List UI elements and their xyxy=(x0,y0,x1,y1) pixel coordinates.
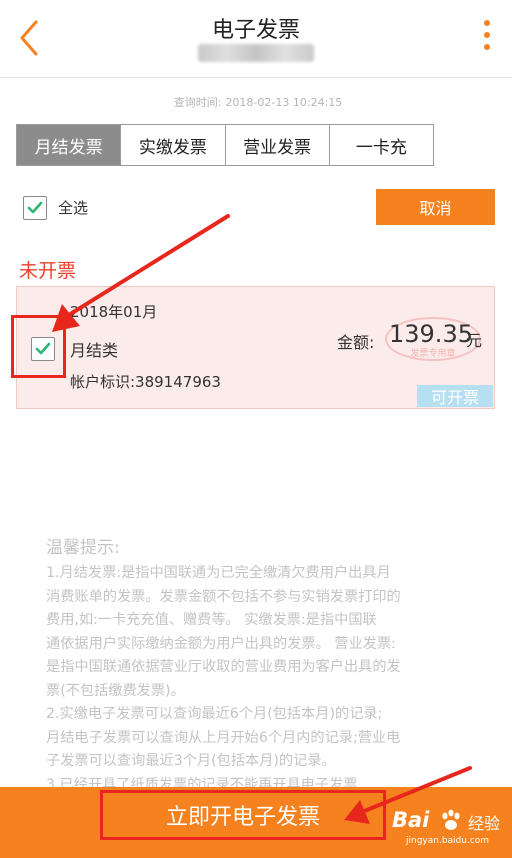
tips-section: 温馨提示: 1.月结发票:是指中国联通为已完全缴清欠费用户出具月 消费账单的发票… xyxy=(46,536,486,797)
page-title: 电子发票 xyxy=(211,18,300,43)
annotation-highlight-checkbox xyxy=(11,315,66,378)
amount-label: 金额: xyxy=(337,333,375,352)
tips-title: 温馨提示: xyxy=(46,538,120,558)
tips-line: 1.月结发票:是指中国联通为已完全缴清欠费用户出具月 xyxy=(46,565,391,581)
tips-line: 消费账单的发票。发票金额不包括不参与实销发票打印的 xyxy=(46,588,401,605)
tab-monthly-invoice[interactable]: 月结发票 xyxy=(17,125,122,165)
query-time-label: 查询时间: xyxy=(173,96,222,109)
select-all-checkbox[interactable] xyxy=(23,196,47,220)
invoice-card[interactable]: 2018年01月 月结类 帐户标识:389147963 发票专用章 金额: 13… xyxy=(16,286,495,409)
watermark-jingyan-text: 经验 xyxy=(468,814,501,833)
query-time-value: 2018-02-13 10:24:15 xyxy=(225,96,343,109)
section-title-unissued: 未开票 xyxy=(19,260,77,282)
amount-unit: 元 xyxy=(466,331,483,350)
invoice-type: 月结类 xyxy=(70,341,119,360)
checkmark-icon xyxy=(27,201,43,214)
select-all-label: 全选 xyxy=(58,199,89,217)
cancel-button[interactable]: 取消 xyxy=(376,189,495,225)
watermark-logo-text: Bai xyxy=(392,808,430,832)
invoice-account-id: 帐户标识:389147963 xyxy=(70,373,221,391)
tips-line: 是指中国联通依据营业厅收取的营业费用为客户出具的发 xyxy=(46,659,401,675)
amount-value: 139.35 xyxy=(389,320,473,348)
watermark-site: jingyan.baidu.com xyxy=(406,836,490,846)
more-options-icon[interactable] xyxy=(482,20,492,56)
status-badge: 可开票 xyxy=(417,385,493,407)
query-time: 查询时间: 2018-02-13 10:24:15 xyxy=(0,94,512,110)
tips-line: 费用,如:一卡充充值、赠费等。 实缴发票:是指中国联 xyxy=(46,612,377,628)
tips-line: 票(不包括缴费发票)。 xyxy=(46,682,185,699)
baidu-paw-icon xyxy=(442,809,460,830)
invoice-type-tabs: 月结发票 实缴发票 营业发票 一卡充 xyxy=(16,124,434,166)
invoice-month: 2018年01月 xyxy=(70,303,158,321)
issue-e-invoice-button[interactable]: 立即开电子发票 xyxy=(100,790,386,840)
baidu-jingyan-watermark: Bai 经验 jingyan.baidu.com xyxy=(392,802,508,852)
tips-line: 通依据用户实际缴纳金额为用户出具的发票。 营业发票: xyxy=(46,635,396,652)
tab-paid-invoice[interactable]: 实缴发票 xyxy=(121,125,226,165)
blurred-phone-number xyxy=(198,44,314,62)
tips-line: 子发票可以查询最近3个月(包括本月)的记录。 xyxy=(46,753,336,769)
tips-line: 2.实缴电子发票可以查询最近6个月(包括本月)的记录; xyxy=(46,706,383,722)
tips-line: 月结电子发票可以查询从上月开始6个月内的记录;营业电 xyxy=(46,729,401,746)
app-header: 电子发票 xyxy=(0,0,512,78)
tab-business-invoice[interactable]: 营业发票 xyxy=(225,125,330,165)
tab-one-card-recharge[interactable]: 一卡充 xyxy=(329,125,433,165)
